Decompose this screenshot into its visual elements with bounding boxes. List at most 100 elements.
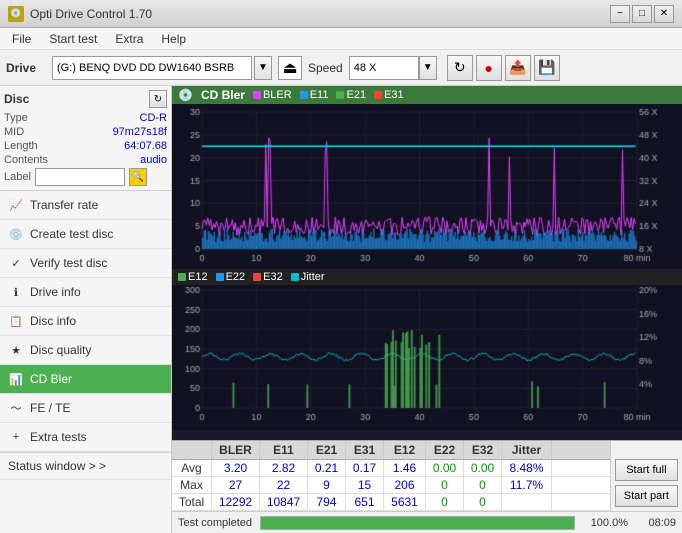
jitter-legend-label: Jitter <box>301 271 325 283</box>
speed-dropdown[interactable]: 48 X <box>349 56 419 80</box>
th-bler: BLER <box>212 441 260 459</box>
menu-help[interactable]: Help <box>153 30 194 48</box>
sidebar-item-transfer-rate[interactable]: 📈 Transfer rate <box>0 191 171 220</box>
th-e21: E21 <box>308 441 346 459</box>
sidebar-item-disc-info[interactable]: 📋 Disc info <box>0 307 171 336</box>
minimize-button[interactable]: − <box>610 5 630 23</box>
bler-legend-label: BLER <box>263 89 292 101</box>
status-window-button[interactable]: Status window > > <box>0 453 171 480</box>
sidebar-item-extra-tests-label: Extra tests <box>30 430 87 444</box>
td-total-e22: 0 <box>426 494 464 510</box>
sidebar-item-disc-quality-label: Disc quality <box>30 343 91 357</box>
drive-info-icon: ℹ <box>8 284 24 300</box>
action-buttons: Start full Start part <box>610 441 682 511</box>
disc-label-key: Label <box>4 171 31 183</box>
sidebar-item-fe-te[interactable]: 〜 FE / TE <box>0 394 171 423</box>
chart-area: 💿 CD Bler BLER E11 E21 E31 <box>172 86 682 440</box>
transfer-rate-icon: 📈 <box>8 197 24 213</box>
td-avg-e11: 2.82 <box>260 460 308 476</box>
e12-legend-label: E12 <box>188 271 208 283</box>
eject-button[interactable]: ⏏ <box>278 56 302 80</box>
e12-legend-dot <box>178 273 186 281</box>
sidebar-item-create-test-disc[interactable]: 💿 Create test disc <box>0 220 171 249</box>
e21-legend-label: E21 <box>346 89 366 101</box>
title-bar-left: 💿 Opti Drive Control 1.70 <box>8 6 152 22</box>
disc-label-input[interactable] <box>35 168 125 186</box>
td-max-e32: 0 <box>464 477 502 493</box>
th-e12: E12 <box>384 441 426 459</box>
disc-contents-val: audio <box>140 154 167 166</box>
th-jitter: Jitter <box>502 441 552 459</box>
progress-bar-container <box>260 516 575 530</box>
create-test-disc-icon: 💿 <box>8 226 24 242</box>
table-row-total: Total 12292 10847 794 651 5631 0 0 <box>172 494 610 511</box>
menu-file[interactable]: File <box>4 30 39 48</box>
table-row-avg: Avg 3.20 2.82 0.21 0.17 1.46 0.00 0.00 8… <box>172 460 610 477</box>
sidebar-item-create-test-disc-label: Create test disc <box>30 227 113 241</box>
data-table-container: BLER E11 E21 E31 E12 E22 E32 Jitter Avg … <box>172 441 610 511</box>
disc-type-val: CD-R <box>140 112 168 124</box>
td-max-jitter: 11.7% <box>502 477 552 493</box>
td-max-e11: 22 <box>260 477 308 493</box>
bottom-section: BLER E11 E21 E31 E12 E22 E32 Jitter Avg … <box>172 440 682 511</box>
chart2-canvas <box>172 285 682 430</box>
td-total-bler: 12292 <box>212 494 260 510</box>
start-part-button[interactable]: Start part <box>615 485 678 507</box>
progress-time: 08:09 <box>636 517 676 529</box>
disc-refresh-button[interactable]: ↻ <box>149 90 167 108</box>
jitter-legend-dot <box>291 273 299 281</box>
disc-length-row: Length 64:07.68 <box>4 140 167 152</box>
sidebar-item-verify-test-disc-label: Verify test disc <box>30 256 107 270</box>
th-e31: E31 <box>346 441 384 459</box>
save-button[interactable]: 💾 <box>534 55 560 81</box>
td-avg-e31: 0.17 <box>346 460 384 476</box>
sidebar-item-verify-test-disc[interactable]: ✓ Verify test disc <box>0 249 171 278</box>
start-full-button[interactable]: Start full <box>615 459 678 481</box>
chart1-legend-e21: E21 <box>336 89 366 101</box>
chart2-legend-e32: E32 <box>253 271 283 283</box>
th-e11: E11 <box>260 441 308 459</box>
chart2-legend-jitter: Jitter <box>291 271 325 283</box>
disc-type-row: Type CD-R <box>4 112 167 124</box>
maximize-button[interactable]: □ <box>632 5 652 23</box>
e21-legend-dot <box>336 91 344 99</box>
e11-legend-dot <box>300 91 308 99</box>
disc-mid-row: MID 97m27s18f <box>4 126 167 138</box>
sidebar-item-drive-info[interactable]: ℹ Drive info <box>0 278 171 307</box>
app-icon: 💿 <box>8 6 24 22</box>
sidebar-item-disc-quality[interactable]: ★ Disc quality <box>0 336 171 365</box>
e32-legend-label: E32 <box>263 271 283 283</box>
chart1-legend-bler: BLER <box>253 89 292 101</box>
chart1-title-bar: 💿 CD Bler BLER E11 E21 E31 <box>172 86 682 104</box>
title-controls: − □ ✕ <box>610 5 674 23</box>
e31-legend-label: E31 <box>384 89 404 101</box>
speed-dropdown-arrow[interactable]: ▼ <box>419 56 437 80</box>
chart2-legend-e22: E22 <box>216 271 246 283</box>
menu-extra[interactable]: Extra <box>107 30 151 48</box>
fe-te-icon: 〜 <box>8 400 24 416</box>
sidebar-item-extra-tests[interactable]: + Extra tests <box>0 423 171 452</box>
sidebar-item-drive-info-label: Drive info <box>30 285 81 299</box>
main-layout: Disc ↻ Type CD-R MID 97m27s18f Length 64… <box>0 86 682 533</box>
disc-mid-val: 97m27s18f <box>113 126 167 138</box>
disc-contents-row: Contents audio <box>4 154 167 166</box>
refresh-button[interactable]: ↻ <box>447 55 473 81</box>
menu-start-test[interactable]: Start test <box>41 30 105 48</box>
sidebar-item-cd-bler-label: CD Bler <box>30 372 72 386</box>
disc-quality-icon: ★ <box>8 342 24 358</box>
e22-legend-label: E22 <box>226 271 246 283</box>
scan-button[interactable]: ● <box>476 55 502 81</box>
disc-mid-key: MID <box>4 126 24 138</box>
menu-bar: File Start test Extra Help <box>0 28 682 50</box>
sidebar-item-cd-bler[interactable]: 📊 CD Bler <box>0 365 171 394</box>
chart2-legend-e12: E12 <box>178 271 208 283</box>
drive-dropdown-arrow[interactable]: ▼ <box>254 56 272 80</box>
drive-dropdown[interactable]: (G:) BENQ DVD DD DW1640 BSRB <box>52 56 252 80</box>
close-button[interactable]: ✕ <box>654 5 674 23</box>
e11-legend-label: E11 <box>310 89 329 101</box>
table-header: BLER E11 E21 E31 E12 E22 E32 Jitter <box>172 441 610 460</box>
bler-legend-dot <box>253 91 261 99</box>
status-text: Test completed <box>178 517 252 529</box>
eject-disc-button[interactable]: 📤 <box>505 55 531 81</box>
disc-label-icon-button[interactable]: 🔍 <box>129 168 147 186</box>
